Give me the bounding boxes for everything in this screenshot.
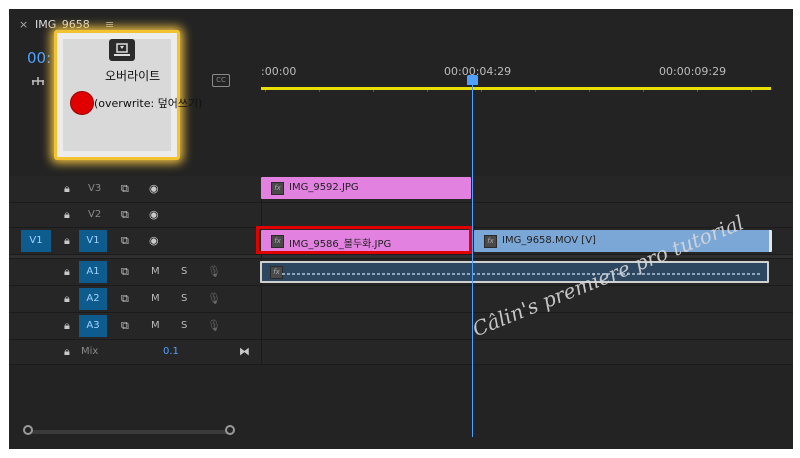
overwrite-callout: 오버라이트 (overwrite: 덮어쓰기) <box>54 30 202 160</box>
captions-icon[interactable]: CC <box>212 74 230 87</box>
playhead-line[interactable] <box>472 80 473 437</box>
callout-title: 오버라이트 <box>105 69 161 83</box>
close-tab-icon[interactable]: × <box>19 18 28 31</box>
audio-waveform <box>282 273 762 275</box>
overwrite-highlight-box <box>256 226 472 254</box>
overwrite-button-icon <box>109 39 135 61</box>
track-label-a2[interactable]: A2 <box>79 288 107 310</box>
clip-name: IMG_9658.MOV [V] <box>502 235 596 246</box>
fx-badge-icon: fx <box>484 235 497 248</box>
zoom-scrollbar[interactable] <box>23 425 235 435</box>
sync-lock-icon[interactable]: ⧉ <box>121 178 129 200</box>
sync-lock-icon[interactable]: ⧉ <box>121 288 129 310</box>
lock-icon[interactable]: 🔒︎ <box>64 261 70 283</box>
timeline-panel: × IMG_9658 ≡ 00: CC :00:00 00:00:04:29 0… <box>9 9 793 449</box>
eye-icon[interactable]: ◉ <box>149 178 159 200</box>
lock-icon[interactable]: 🔒︎ <box>64 178 70 200</box>
microphone-icon[interactable]: 🎙︎ <box>207 288 221 310</box>
mix-volume-value[interactable]: 0.1 <box>163 341 179 363</box>
track-label-a3[interactable]: A3 <box>79 315 107 337</box>
track-label-a1[interactable]: A1 <box>79 261 107 283</box>
lock-icon[interactable]: 🔒︎ <box>64 204 70 226</box>
microphone-icon[interactable]: 🎙︎ <box>207 261 221 283</box>
mute-button[interactable]: M <box>151 315 160 337</box>
lock-icon[interactable]: 🔒︎ <box>64 341 70 363</box>
eye-icon[interactable]: ◉ <box>149 230 159 252</box>
snap-icon[interactable] <box>31 72 45 86</box>
clip-img-9592[interactable]: fx IMG_9592.JPG <box>261 177 471 199</box>
solo-button[interactable]: S <box>181 288 187 310</box>
solo-button[interactable]: S <box>181 261 187 283</box>
eye-icon[interactable]: ◉ <box>149 204 159 226</box>
lock-icon[interactable]: 🔒︎ <box>64 288 70 310</box>
sync-lock-icon[interactable]: ⧉ <box>121 230 129 252</box>
fx-badge-icon: fx <box>271 182 284 195</box>
record-dot-icon <box>70 91 94 115</box>
sync-lock-icon[interactable]: ⧉ <box>121 204 129 226</box>
ruler-label-start: :00:00 <box>261 65 297 78</box>
playhead-timecode[interactable]: 00: <box>27 49 51 67</box>
mute-button[interactable]: M <box>151 261 160 283</box>
playhead-handle[interactable] <box>467 75 478 85</box>
scrollbar-left-handle[interactable] <box>23 425 33 435</box>
sync-lock-icon[interactable]: ⧉ <box>121 261 129 283</box>
work-area-bar[interactable] <box>261 87 771 90</box>
scrollbar-right-handle[interactable] <box>225 425 235 435</box>
callout-subtitle: (overwrite: 덮어쓰기) <box>94 97 203 110</box>
microphone-icon[interactable]: 🎙︎ <box>207 315 221 337</box>
track-label-v1[interactable]: V1 <box>79 230 107 252</box>
mix-end-icon[interactable]: ⧓ <box>239 341 250 363</box>
ruler-label-end: 00:00:09:29 <box>659 65 727 78</box>
mute-button[interactable]: M <box>151 288 160 310</box>
track-label-v2[interactable]: V2 <box>88 204 101 226</box>
track-label-v3[interactable]: V3 <box>88 178 101 200</box>
clip-audio-a1[interactable]: fx <box>260 261 769 283</box>
sync-lock-icon[interactable]: ⧉ <box>121 315 129 337</box>
lock-icon[interactable]: 🔒︎ <box>64 230 70 252</box>
mix-label: Mix <box>81 346 99 357</box>
solo-button[interactable]: S <box>181 315 187 337</box>
source-patch-v1[interactable]: V1 <box>21 230 51 252</box>
lock-icon[interactable]: 🔒︎ <box>64 315 70 337</box>
clip-name: IMG_9592.JPG <box>289 182 359 193</box>
